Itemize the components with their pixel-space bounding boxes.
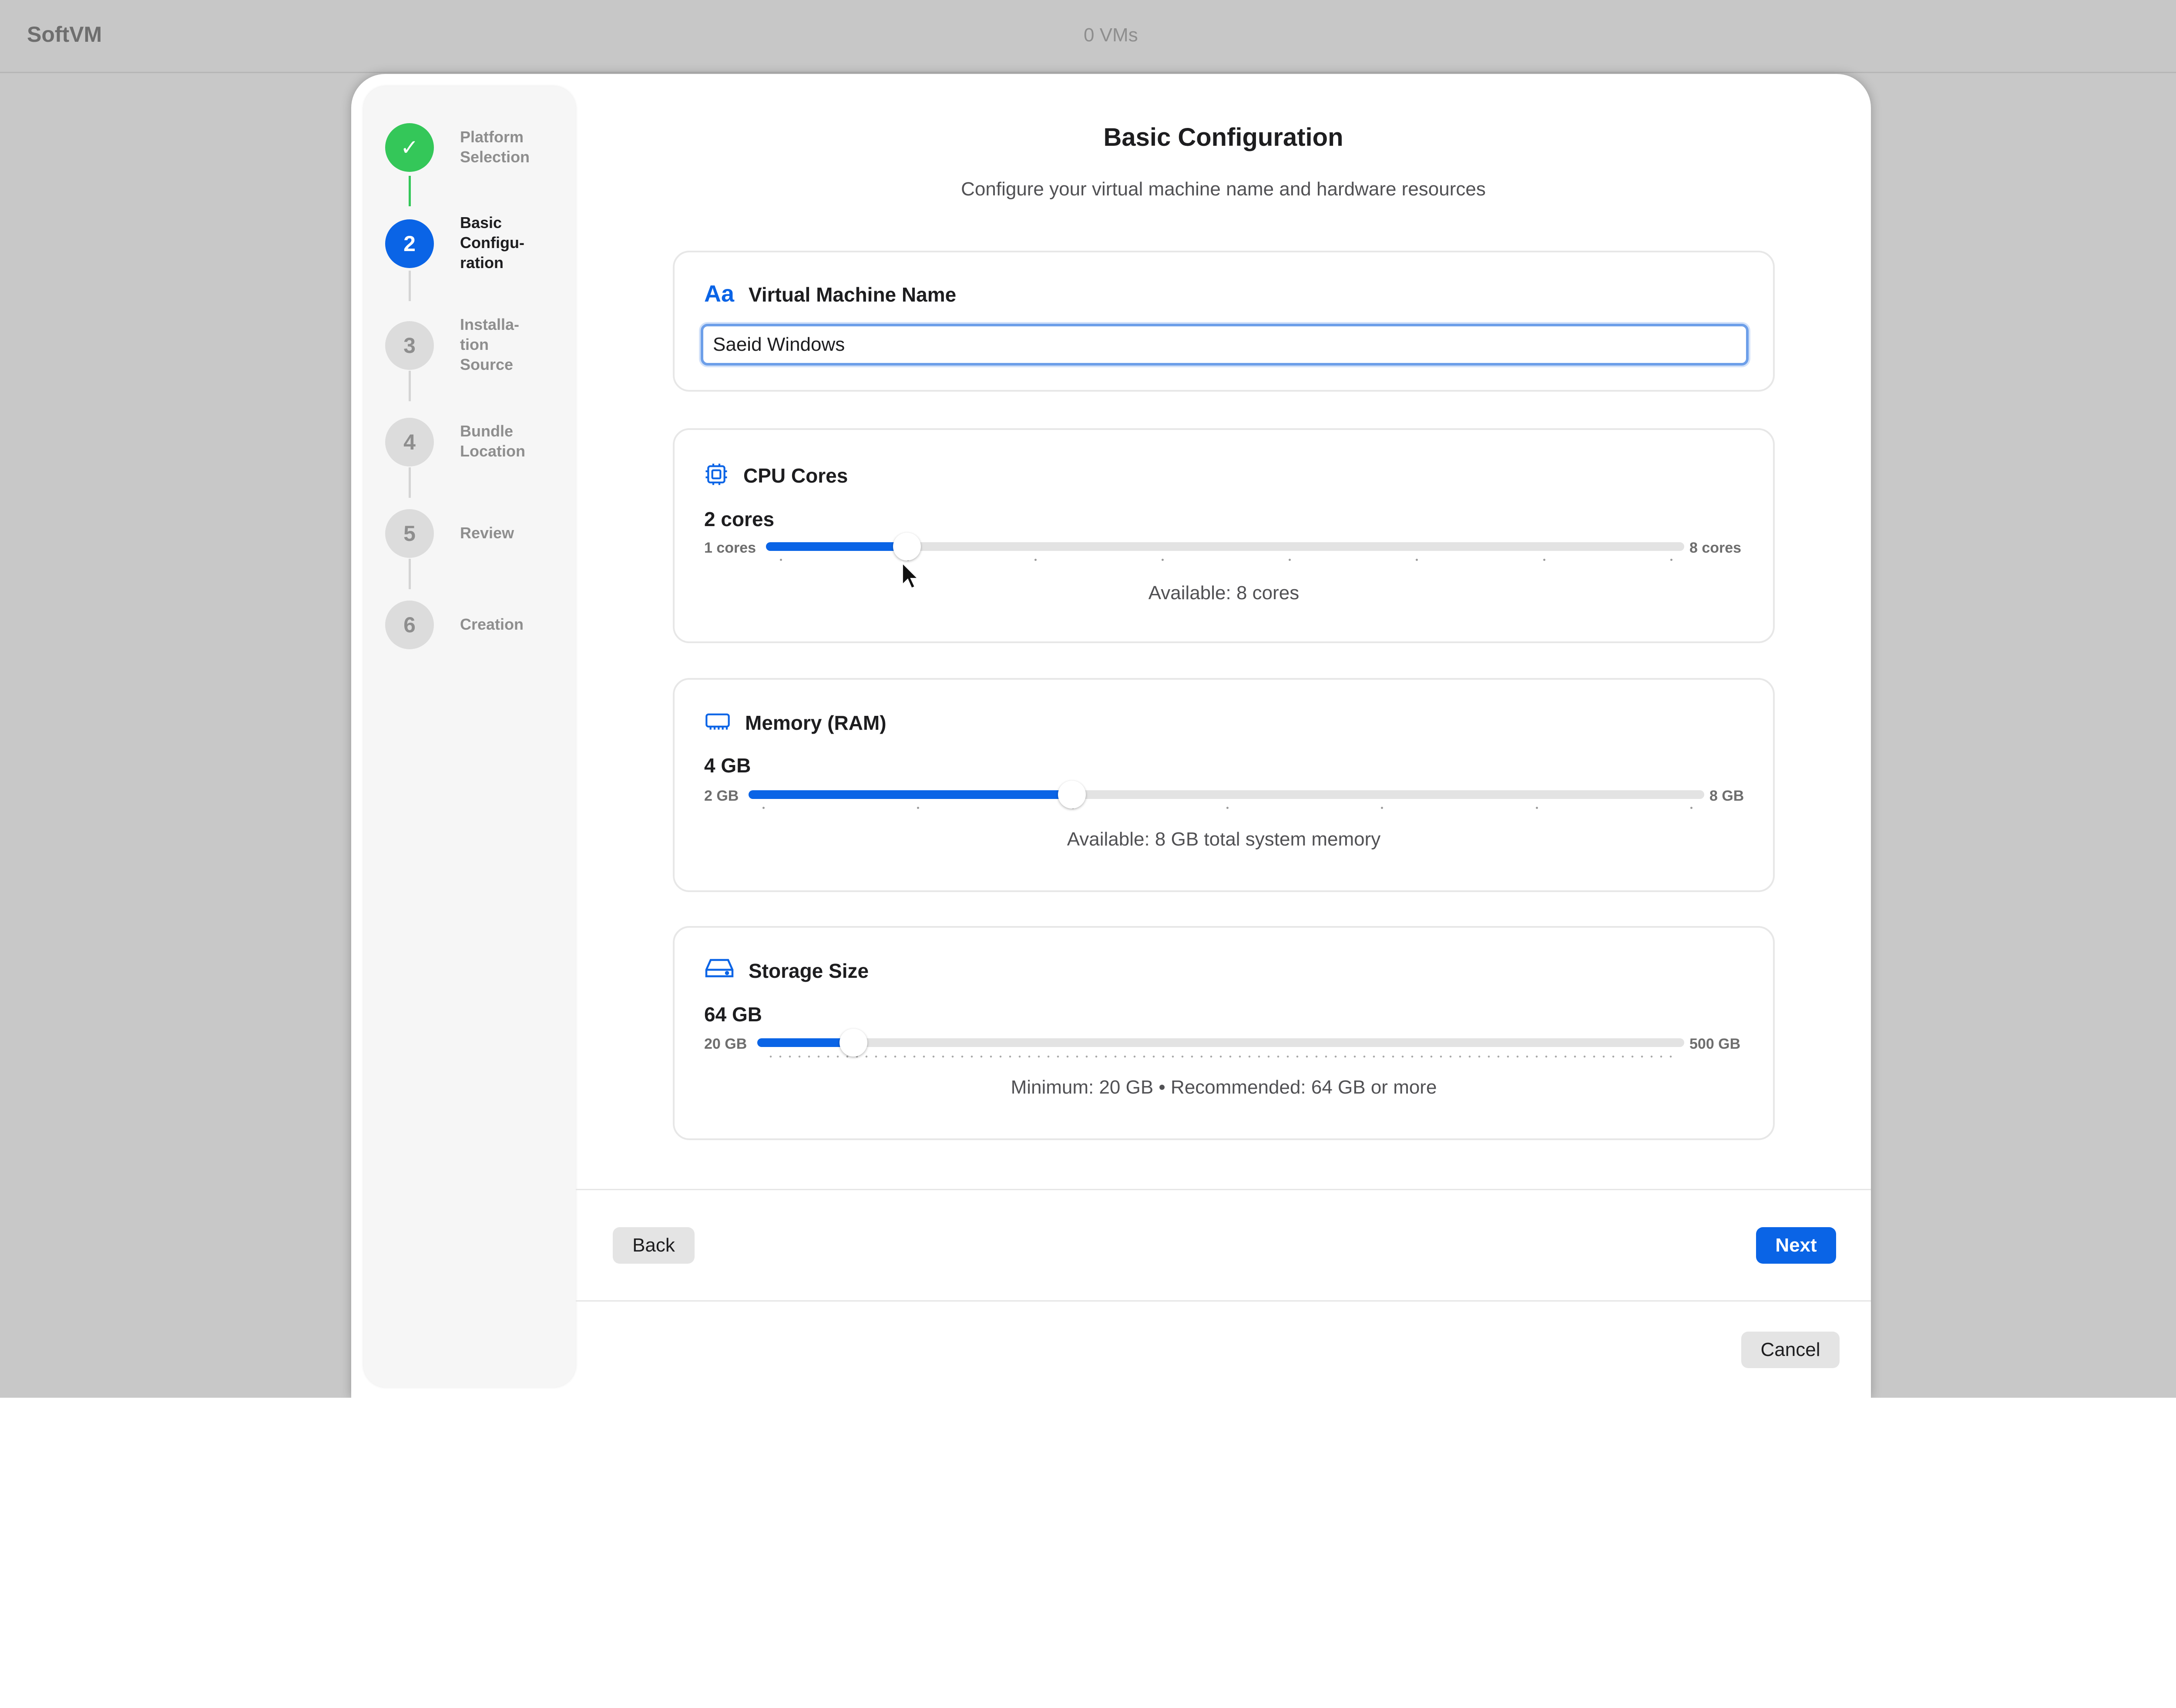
slider-tick [1381,807,1384,809]
app-window: SoftVM 0 VMs ✓ Platform Selection 2 Basi… [0,0,2176,1398]
memory-module-icon [704,709,731,736]
slider-thumb[interactable] [840,1029,868,1057]
memory-title: Memory (RAM) [745,711,887,734]
storage-recommendation-note: Minimum: 20 GB • Recommended: 64 GB or m… [1011,1077,1437,1098]
app-title: SoftVM [27,22,102,47]
step-number: 5 [385,509,434,558]
footer-divider [576,1189,1871,1190]
step-label: Basic Configu- ration [460,214,524,272]
hard-drive-icon [704,956,735,983]
mouse-cursor-icon [901,561,921,590]
slider-tick [917,807,920,809]
slider-tick [1543,559,1545,561]
step-label: Bundle Location [460,422,525,460]
cpu-available-note: Available: 8 cores [1148,582,1300,604]
cpu-cores-slider[interactable] [766,533,1684,561]
memory-max-label: 8 GB [1709,788,1744,804]
slider-tick [762,807,765,809]
footer-divider [576,1300,1871,1302]
step-number: 2 [385,219,434,268]
back-button[interactable]: Back [613,1227,695,1264]
slider-thumb[interactable] [1058,781,1086,809]
vm-name-title: Virtual Machine Name [749,283,957,306]
slider-tick [1289,559,1291,561]
slider-tick [1416,559,1418,561]
vm-name-input[interactable] [701,324,1749,366]
step-label: Review [460,524,514,542]
storage-card: Storage Size 64 GB 20 GB 500 GB Minimum:… [673,926,1775,1140]
step-label: Installa- tion Source [460,315,520,373]
vm-name-card: Aa Virtual Machine Name [673,251,1775,392]
storage-max-label: 500 GB [1689,1036,1741,1052]
slider-fill [749,790,1072,799]
step-connector [409,371,411,401]
step-number: 4 [385,418,434,466]
memory-min-label: 2 GB [704,788,739,804]
cancel-button[interactable]: Cancel [1741,1332,1840,1368]
slider-tick [1226,807,1229,809]
step-connector [409,271,411,301]
step-number: 3 [385,321,434,370]
storage-title: Storage Size [749,960,869,982]
step-connector [409,559,411,589]
slider-tick [1161,559,1164,561]
step-number: 6 [385,601,434,649]
slider-fill [766,542,907,551]
cpu-cores-title: CPU Cores [743,464,848,487]
cpu-min-label: 1 cores [704,540,756,556]
new-vm-sheet: ✓ Platform Selection 2 Basic Configu- ra… [351,74,1871,1398]
cpu-max-label: 8 cores [1689,540,1742,556]
memory-card: Memory (RAM) 4 GB 2 GB 8 GB Available: 8… [673,678,1775,892]
slider-ticks [766,1055,1676,1058]
step-connector [409,467,411,498]
storage-min-label: 20 GB [704,1036,747,1052]
page-subtitle: Configure your virtual machine name and … [961,178,1486,200]
cpu-cores-value: 2 cores [704,508,775,530]
cpu-cores-card: CPU Cores 2 cores 1 cores 8 cores Availa… [673,428,1775,643]
checkmark-icon: ✓ [385,123,434,172]
vm-count: 0 VMs [1084,24,1138,46]
text-aa-icon: Aa [704,281,735,307]
cpu-chip-icon [704,462,729,489]
app-header: SoftVM 0 VMs [0,0,2176,73]
slider-thumb[interactable] [893,533,921,560]
page-title: Basic Configuration [1103,123,1343,151]
slider-tick [1034,559,1037,561]
memory-available-note: Available: 8 GB total system memory [1067,829,1381,850]
slider-tick [1535,807,1538,809]
next-button[interactable]: Next [1756,1227,1836,1264]
slider-tick [780,559,782,561]
memory-slider[interactable] [749,781,1704,809]
storage-value: 64 GB [704,1003,762,1026]
step-connector [409,176,411,206]
wizard-steps-panel: ✓ Platform Selection 2 Basic Configu- ra… [363,86,576,1387]
memory-value: 4 GB [704,754,751,777]
storage-slider[interactable] [757,1029,1684,1058]
slider-ticks [749,807,1704,810]
slider-fill [757,1038,854,1047]
step-label: Platform Selection [460,128,530,166]
step-label: Creation [460,615,524,633]
slider-tick [1670,559,1672,561]
slider-tick [1690,807,1692,809]
